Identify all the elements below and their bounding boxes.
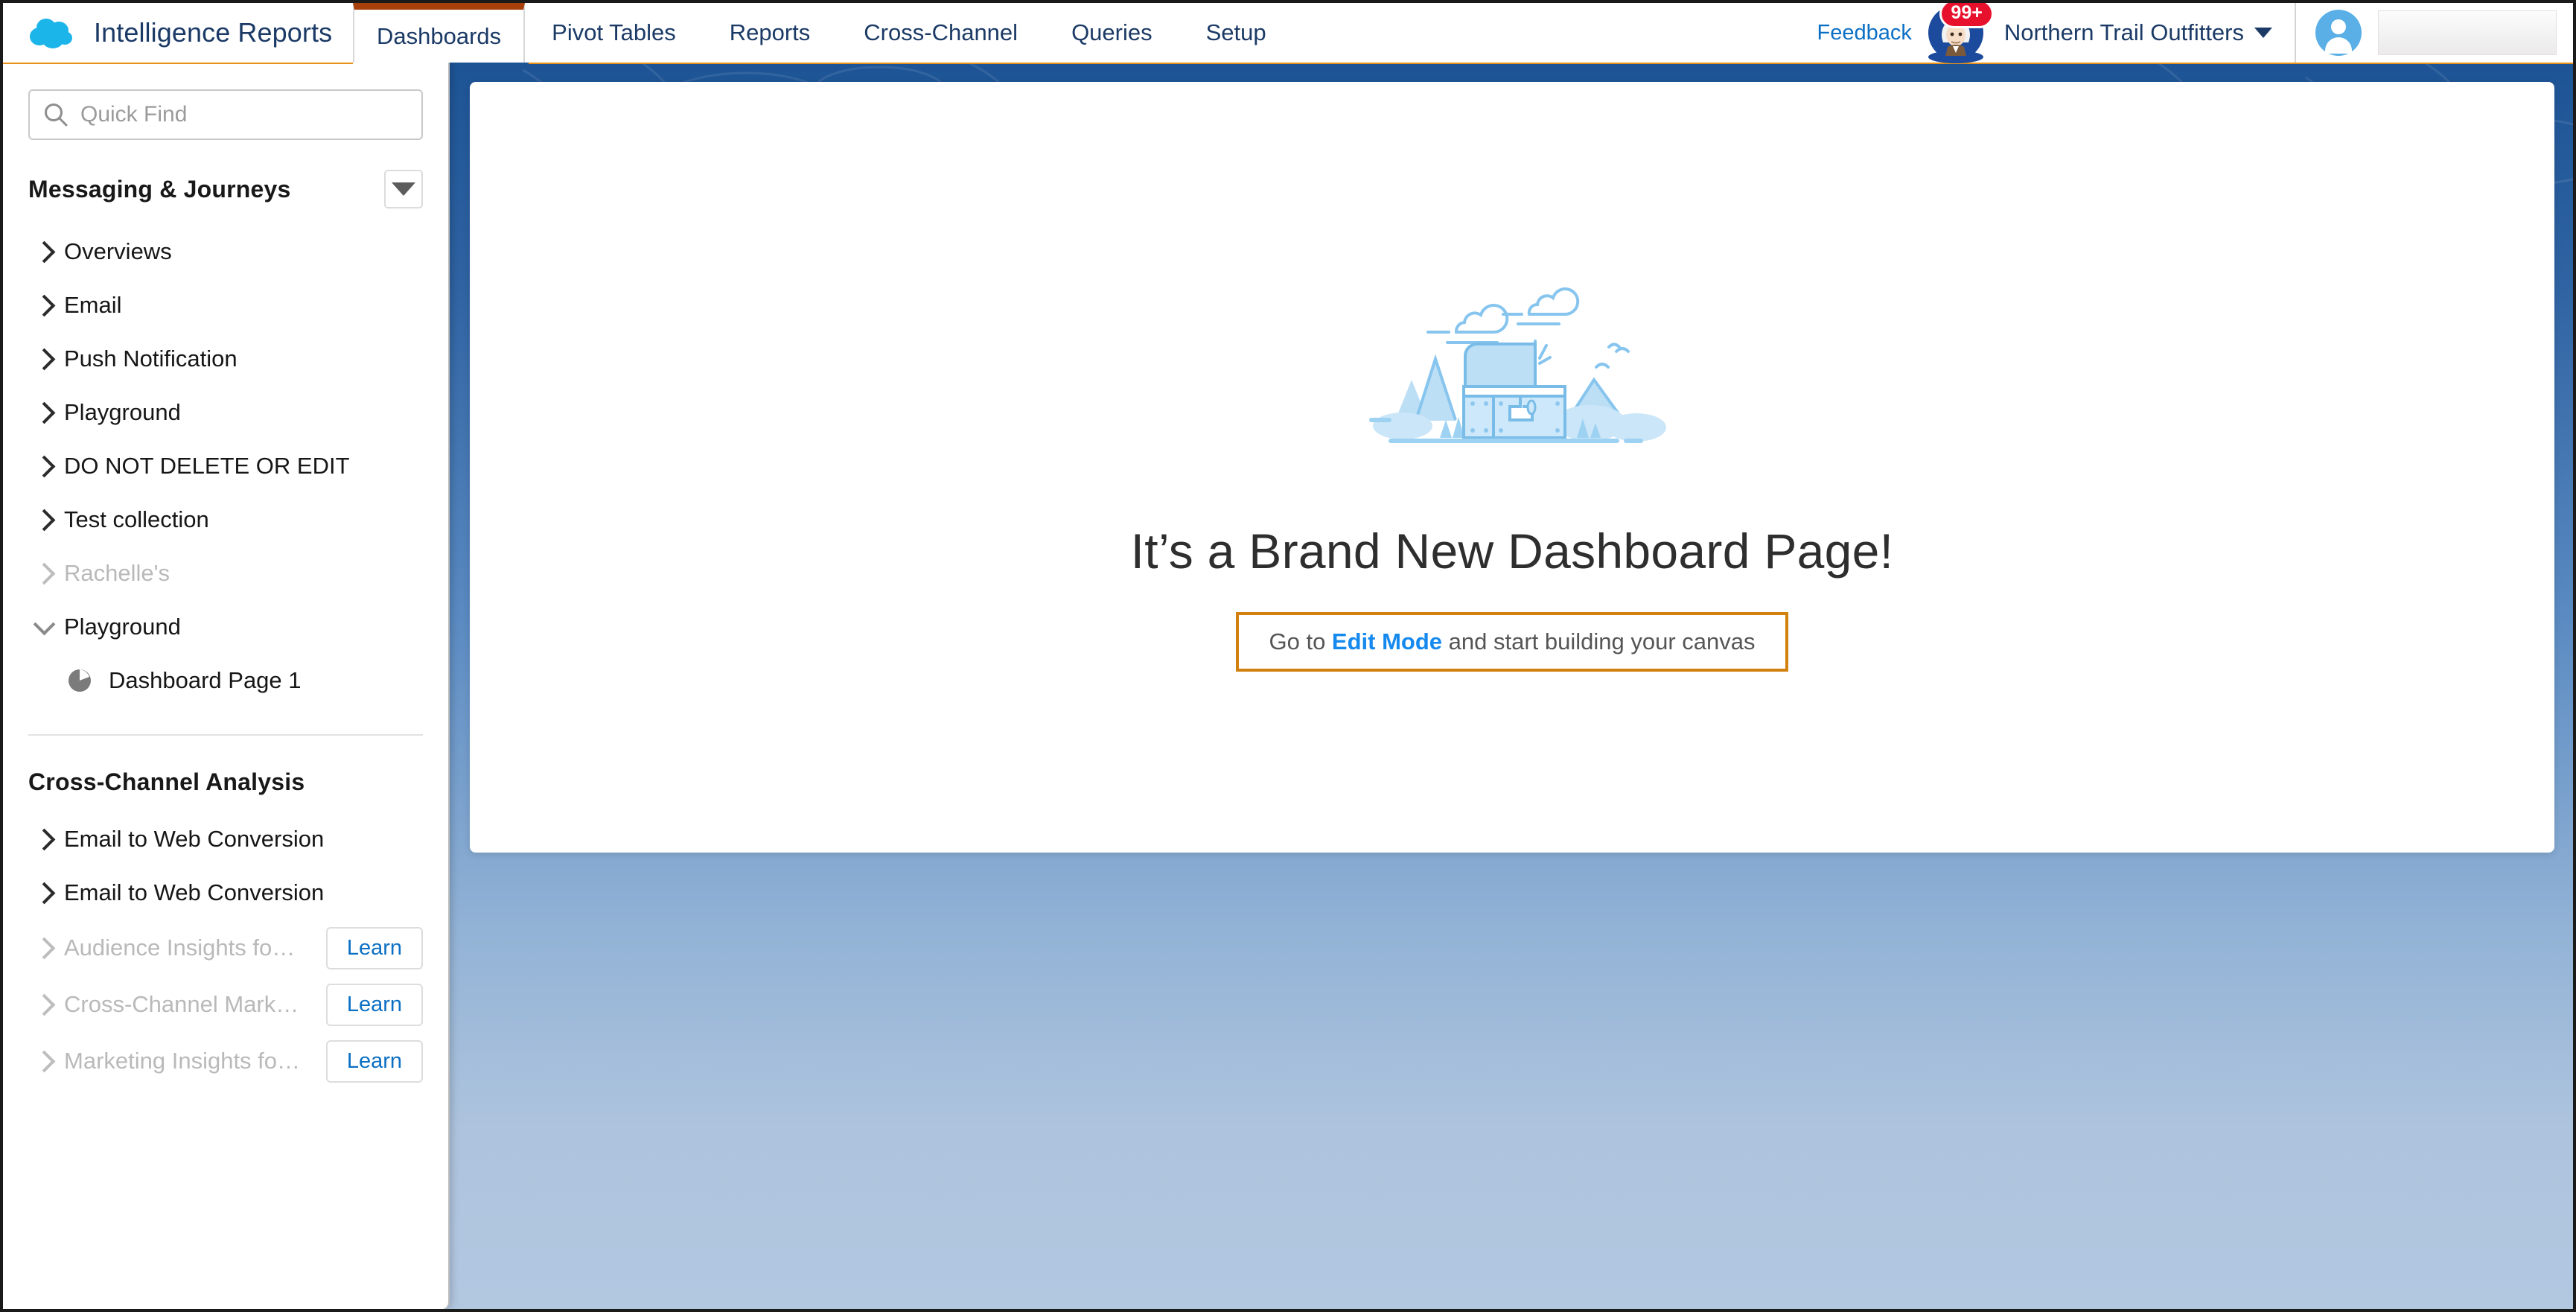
chevron-down-icon <box>36 616 49 638</box>
chevron-right-icon <box>36 993 49 1016</box>
tab-pivot-tables[interactable]: Pivot Tables <box>525 3 703 63</box>
chevron-right-icon <box>36 294 49 316</box>
chevron-right-icon <box>36 937 49 959</box>
tree-item-email-to-web-conversion-1[interactable]: Email to Web Conversion <box>3 812 448 866</box>
feedback-link[interactable]: Feedback <box>1817 21 1911 45</box>
tree-item-email[interactable]: Email <box>3 278 448 332</box>
tree-item-do-not-delete-or-edit[interactable]: DO NOT DELETE OR EDIT <box>3 439 448 493</box>
left-sidebar: Messaging & Journeys Overviews Email Pus… <box>3 63 450 1309</box>
tree-item-label: Playground <box>64 614 181 640</box>
tree-item-label: Rachelle's <box>64 560 170 586</box>
section-header-messaging-journeys: Messaging & Journeys <box>28 170 423 208</box>
edit-mode-hint-box: Go to Edit Mode and start building your … <box>1236 612 1788 672</box>
dashboard-canvas-card: It’s a Brand New Dashboard Page! Go to E… <box>470 82 2554 853</box>
tree-item-email-to-web-conversion-2[interactable]: Email to Web Conversion <box>3 866 448 920</box>
org-name-label: Northern Trail Outfitters <box>2003 19 2244 45</box>
notification-count-badge: 99+ <box>1939 3 1994 28</box>
chevron-right-icon <box>36 1050 49 1072</box>
brand-block: Intelligence Reports <box>3 3 353 63</box>
learn-button-audience-insights[interactable]: Learn <box>325 926 423 969</box>
section-header-cross-channel-analysis: Cross-Channel Analysis <box>28 768 423 796</box>
salesforce-cloud-logo-icon <box>28 16 74 50</box>
tree-row-cross-channel-marketing: Cross-Channel Marketing ... Learn <box>3 976 448 1033</box>
pie-chart-icon <box>67 668 92 693</box>
brand-title: Intelligence Reports <box>94 17 333 48</box>
search-input[interactable] <box>80 102 408 127</box>
tree-item-label: Test collection <box>64 506 209 532</box>
quick-find-search[interactable] <box>28 89 423 140</box>
tree-item-label: Cross-Channel Marketing ... <box>64 991 301 1017</box>
top-navigation-bar: Intelligence Reports Dashboards Pivot Ta… <box>3 3 2573 63</box>
nav-right-cluster: Feedback 99+ Northern Trail Outfitters <box>1817 3 2573 63</box>
einstein-assistant-icon <box>1928 5 1983 63</box>
tree-leaf-label: Dashboard Page 1 <box>109 667 302 693</box>
sidebar-divider <box>28 734 423 736</box>
user-avatar-icon[interactable] <box>2315 10 2362 56</box>
tree-item-label: Push Notification <box>64 345 237 372</box>
user-name-redacted <box>2378 10 2557 55</box>
section-title: Cross-Channel Analysis <box>28 768 305 795</box>
tree-leaf-dashboard-page-1[interactable]: Dashboard Page 1 <box>3 654 448 707</box>
chevron-right-icon <box>36 401 49 424</box>
hint-prefix: Go to <box>1269 628 1332 655</box>
tree-item-push-notification[interactable]: Push Notification <box>3 332 448 386</box>
tab-dashboards[interactable]: Dashboards <box>353 3 526 63</box>
edit-mode-link[interactable]: Edit Mode <box>1332 628 1442 655</box>
chevron-right-icon <box>36 828 49 850</box>
cross-channel-analysis-tree: Email to Web Conversion Email to Web Con… <box>3 812 448 1089</box>
chevron-right-icon <box>36 241 49 263</box>
tab-setup[interactable]: Setup <box>1179 3 1293 63</box>
learn-button-cross-channel-marketing[interactable]: Learn <box>325 983 423 1026</box>
user-profile-block[interactable] <box>2295 3 2573 63</box>
tab-cross-channel[interactable]: Cross-Channel <box>837 3 1045 63</box>
tree-item-label: Marketing Insights for Sal... <box>64 1048 301 1074</box>
tree-row-marketing-insights-sales: Marketing Insights for Sal... Learn <box>3 1033 448 1089</box>
nav-tabs: Dashboards Pivot Tables Reports Cross-Ch… <box>353 3 1817 63</box>
page-title: It’s a Brand New Dashboard Page! <box>1130 523 1894 579</box>
learn-button-marketing-insights-sales[interactable]: Learn <box>325 1039 423 1083</box>
tree-item-label: Overviews <box>64 238 172 264</box>
einstein-assistant-button[interactable]: 99+ <box>1928 3 1994 63</box>
tree-item-marketing-insights-for-sales[interactable]: Marketing Insights for Sal... <box>3 1033 326 1089</box>
page-body: Messaging & Journeys Overviews Email Pus… <box>3 63 2573 1309</box>
chevron-right-icon <box>36 882 49 904</box>
tree-item-playground[interactable]: Playground <box>3 386 448 439</box>
section-title: Messaging & Journeys <box>28 175 291 203</box>
tree-item-audience-insights-for-advertising[interactable]: Audience Insights for Adv... <box>3 920 326 976</box>
search-icon <box>43 102 68 127</box>
tree-item-label: Email <box>64 292 122 318</box>
tree-item-label: Playground <box>64 399 181 425</box>
org-switcher[interactable]: Northern Trail Outfitters <box>2004 19 2295 46</box>
chevron-right-icon <box>36 455 49 477</box>
chevron-right-icon <box>36 509 49 531</box>
tree-item-label: Email to Web Conversion <box>64 879 325 905</box>
treasure-chest-illustration-icon <box>1345 261 1680 469</box>
tree-item-label: Audience Insights for Adv... <box>64 934 301 961</box>
caret-down-icon <box>392 182 415 196</box>
chevron-right-icon <box>36 562 49 585</box>
tab-queries[interactable]: Queries <box>1045 3 1179 63</box>
messaging-journeys-tree: Overviews Email Push Notification Playgr… <box>3 225 448 707</box>
tree-item-label: DO NOT DELETE OR EDIT <box>64 453 350 479</box>
tree-item-rachelles[interactable]: Rachelle's <box>3 547 448 600</box>
tree-item-playground-expanded[interactable]: Playground <box>3 600 448 654</box>
collection-menu-button[interactable] <box>384 170 423 208</box>
chevron-down-icon <box>2254 28 2272 38</box>
tree-item-cross-channel-marketing[interactable]: Cross-Channel Marketing ... <box>3 976 326 1033</box>
edit-mode-hint-text: Go to Edit Mode and start building your … <box>1269 628 1755 655</box>
tree-row-audience-insights: Audience Insights for Adv... Learn <box>3 920 448 976</box>
app-window: Intelligence Reports Dashboards Pivot Ta… <box>0 0 2576 1312</box>
tree-item-overviews[interactable]: Overviews <box>3 225 448 278</box>
chevron-right-icon <box>36 348 49 370</box>
tree-item-label: Email to Web Conversion <box>64 826 325 852</box>
tab-reports[interactable]: Reports <box>703 3 838 63</box>
hint-suffix: and start building your canvas <box>1442 628 1756 655</box>
tree-item-test-collection[interactable]: Test collection <box>3 493 448 547</box>
